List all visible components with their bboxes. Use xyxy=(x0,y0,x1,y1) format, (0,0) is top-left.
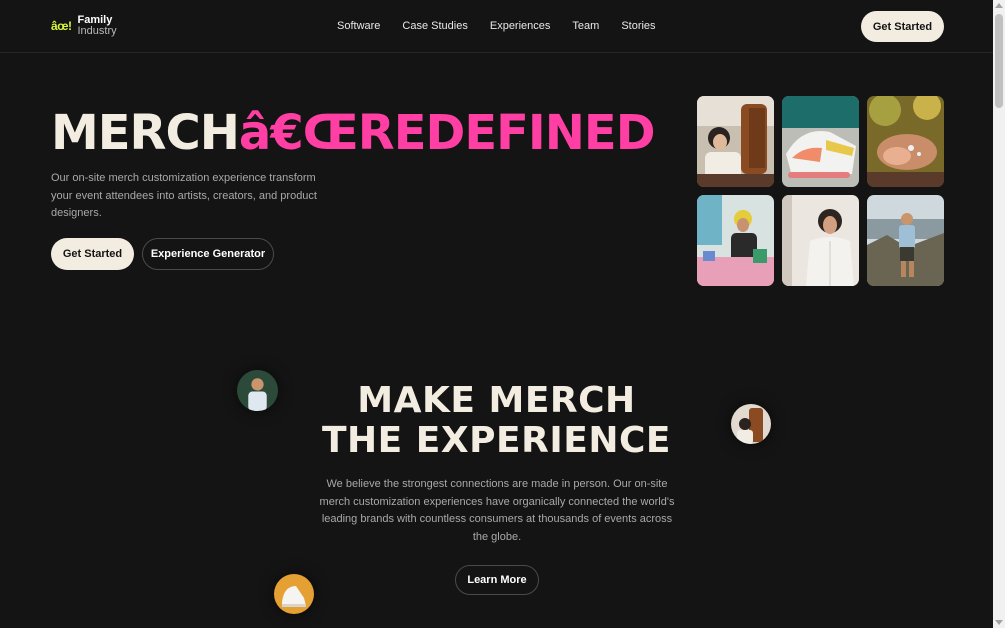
nav-experiences[interactable]: Experiences xyxy=(490,20,551,32)
hero-title-pink: â€ŒREDEFINED xyxy=(238,105,656,161)
logo-text: Family Industry xyxy=(78,15,117,37)
scroll-thumb[interactable] xyxy=(995,14,1003,108)
sneakers-photo xyxy=(782,96,859,187)
logo[interactable]: âœ! Family Industry xyxy=(51,15,117,37)
nav-team[interactable]: Team xyxy=(572,20,599,32)
hero-description: Our on-site merch customization experien… xyxy=(51,172,317,219)
page-scrollbar[interactable] xyxy=(993,0,1005,628)
main-nav: Software Case Studies Experiences Team S… xyxy=(337,20,656,32)
hero-get-started-button[interactable]: Get Started xyxy=(51,238,134,270)
hiker-photo xyxy=(867,195,944,286)
painted-hands-photo xyxy=(867,96,944,187)
hero-title: MERCHâ€ŒREDEFINED xyxy=(51,105,656,161)
experience-generator-button[interactable]: Experience Generator xyxy=(142,238,274,270)
scroll-down-arrow-icon[interactable] xyxy=(995,620,1003,625)
scroll-up-arrow-icon[interactable] xyxy=(995,3,1003,8)
sneaker-avatar-photo xyxy=(274,574,314,614)
header-get-started-button[interactable]: Get Started xyxy=(861,11,944,42)
section-title-line-1: MAKE MERCH xyxy=(357,380,636,421)
section-title-line-2: THE EXPERIENCE xyxy=(322,420,671,461)
section-title: MAKE MERCH THE EXPERIENCE xyxy=(0,381,993,461)
nav-case-studies[interactable]: Case Studies xyxy=(402,20,467,32)
nav-software[interactable]: Software xyxy=(337,20,380,32)
person-with-jacket-photo xyxy=(697,96,774,187)
learn-more-button[interactable]: Learn More xyxy=(455,565,539,595)
photo-gallery xyxy=(697,96,944,286)
woman-in-white-jacket-photo xyxy=(782,195,859,286)
logo-line-2: Industry xyxy=(77,25,117,37)
section-description: We believe the strongest connections are… xyxy=(319,478,675,543)
logo-mark: âœ! xyxy=(51,19,72,33)
workshop-photo xyxy=(697,195,774,286)
site-header: âœ! Family Industry Software Case Studie… xyxy=(0,0,993,53)
nav-stories[interactable]: Stories xyxy=(621,20,655,32)
hero-title-white: MERCH xyxy=(51,105,240,161)
